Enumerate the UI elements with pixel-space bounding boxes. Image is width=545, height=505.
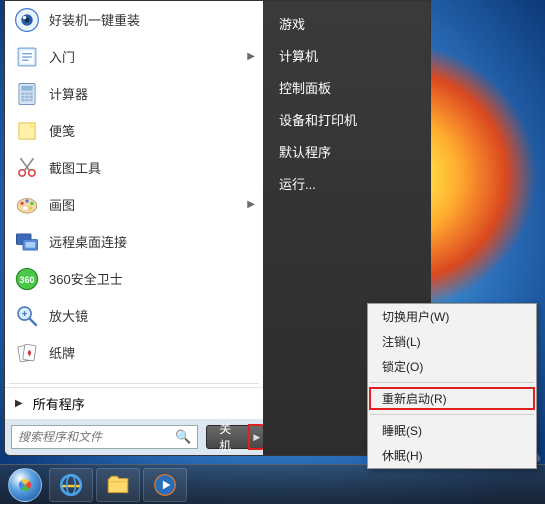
search-shutdown-row: 🔍 关机 ▶ [5, 419, 263, 455]
submenu-arrow-icon: ▶ [247, 51, 255, 62]
book-icon [13, 43, 41, 71]
program-label: 放大镜 [49, 306, 88, 325]
program-label: 360安全卫士 [49, 269, 123, 288]
shutdown-split-button: 关机 ▶ [206, 425, 264, 449]
power-menu-item-7[interactable]: 休眠(H) [368, 443, 536, 468]
program-item-3[interactable]: 便笺 [5, 112, 263, 149]
shutdown-button[interactable]: 关机 [206, 425, 249, 449]
program-list: 好装机一键重装 入门 ▶ 计算器 便笺 截图工具 画图 ▶ 远程桌面连接 360… [5, 1, 263, 380]
taskbar-item-ie[interactable] [49, 468, 93, 502]
windows-logo-icon [8, 468, 42, 502]
power-options-menu: 切换用户(W)注销(L)锁定(O) 重新启动(R) 睡眠(S)休眠(H) [367, 303, 537, 469]
mag-icon [13, 302, 41, 330]
program-label: 入门 [49, 47, 75, 66]
right-panel-item-0[interactable]: 游戏 [263, 7, 430, 39]
program-label: 远程桌面连接 [49, 232, 127, 251]
taskbar [0, 464, 545, 504]
program-item-0[interactable]: 好装机一键重装 [5, 1, 263, 38]
cards-icon [13, 339, 41, 367]
taskbar-item-media[interactable] [143, 468, 187, 502]
rdp-icon [13, 228, 41, 256]
ie-icon [57, 471, 85, 499]
search-input[interactable] [18, 430, 175, 444]
right-panel-item-5[interactable]: 运行... [263, 167, 430, 199]
program-label: 便笺 [49, 121, 75, 140]
power-menu-item-1[interactable]: 注销(L) [368, 329, 536, 354]
taskbar-item-explorer[interactable] [96, 468, 140, 502]
right-panel-item-1[interactable]: 计算机 [263, 39, 430, 71]
program-item-5[interactable]: 画图 ▶ [5, 186, 263, 223]
calc-icon [13, 80, 41, 108]
all-programs-label: 所有程序 [33, 394, 85, 413]
triangle-right-icon: ▶ [15, 398, 23, 409]
power-menu-item-6[interactable]: 睡眠(S) [368, 418, 536, 443]
power-menu-item-0[interactable]: 切换用户(W) [368, 304, 536, 329]
program-item-7[interactable]: 360 360安全卫士 [5, 260, 263, 297]
all-programs-button[interactable]: ▶ 所有程序 [5, 387, 263, 419]
program-label: 纸牌 [49, 343, 75, 362]
program-item-4[interactable]: 截图工具 [5, 149, 263, 186]
search-icon: 🔍 [175, 429, 191, 445]
program-item-8[interactable]: 放大镜 [5, 297, 263, 334]
start-button[interactable] [4, 465, 46, 505]
svg-text:360: 360 [20, 275, 35, 285]
folder-icon [104, 471, 132, 499]
program-label: 截图工具 [49, 158, 101, 177]
paint-icon [13, 191, 41, 219]
program-item-1[interactable]: 入门 ▶ [5, 38, 263, 75]
separator [9, 383, 259, 384]
search-box[interactable]: 🔍 [11, 425, 198, 449]
360-icon: 360 [13, 265, 41, 293]
submenu-arrow-icon: ▶ [247, 199, 255, 210]
program-item-6[interactable]: 远程桌面连接 [5, 223, 263, 260]
power-menu-item-4[interactable]: 重新启动(R) [368, 386, 536, 411]
program-label: 好装机一键重装 [49, 10, 140, 29]
note-icon [13, 117, 41, 145]
program-item-2[interactable]: 计算器 [5, 75, 263, 112]
start-left-column: 好装机一键重装 入门 ▶ 计算器 便笺 截图工具 画图 ▶ 远程桌面连接 360… [5, 1, 263, 455]
right-panel-item-3[interactable]: 设备和打印机 [263, 103, 430, 135]
shutdown-options-arrow[interactable]: ▶ [249, 425, 264, 449]
program-item-9[interactable]: 纸牌 [5, 334, 263, 371]
program-label: 画图 [49, 195, 75, 214]
right-panel-item-2[interactable]: 控制面板 [263, 71, 430, 103]
snip-icon [13, 154, 41, 182]
media-player-icon [151, 471, 179, 499]
power-menu-item-2[interactable]: 锁定(O) [368, 354, 536, 379]
menu-separator [370, 382, 534, 383]
menu-separator [370, 414, 534, 415]
right-panel-item-4[interactable]: 默认程序 [263, 135, 430, 167]
eye-icon [13, 6, 41, 34]
program-label: 计算器 [49, 84, 88, 103]
